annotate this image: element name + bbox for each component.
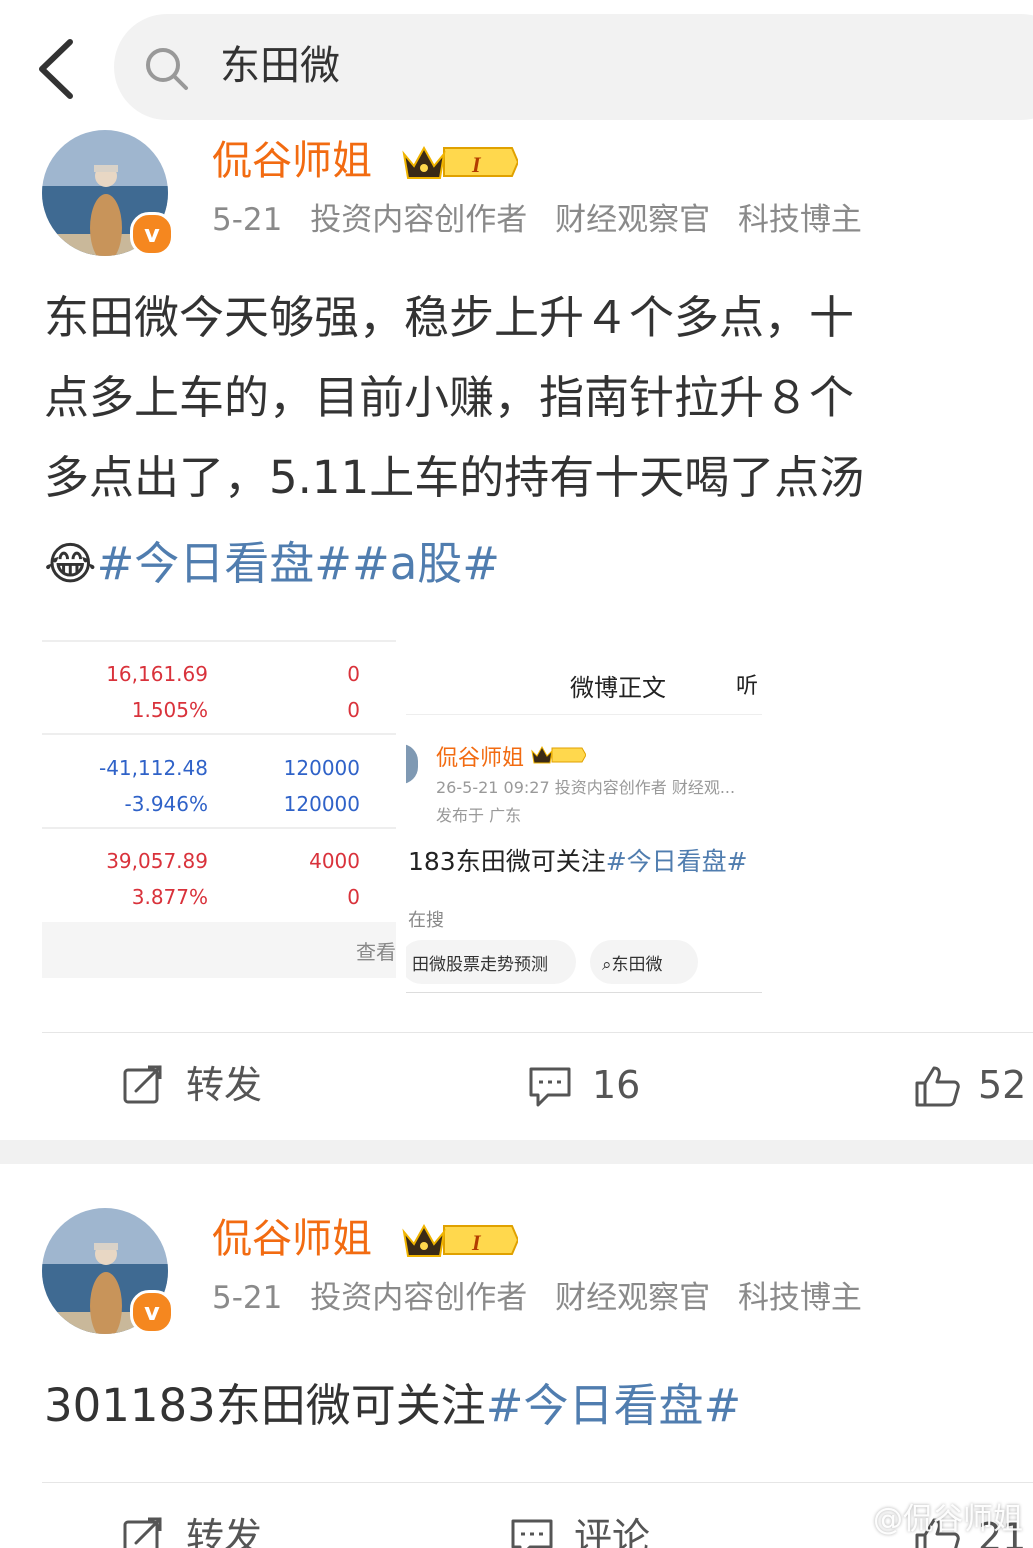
svg-text:I: I (471, 152, 482, 177)
table-row: 16,161.69 0 (42, 656, 396, 692)
value-cell: 39,057.89 (106, 849, 208, 873)
hashtag-link[interactable]: #a股# (352, 537, 500, 590)
verified-badge-icon: v (130, 1290, 174, 1334)
post-text: 301183东田微可关注 (44, 1379, 486, 1432)
actions-divider (42, 1482, 1033, 1483)
role-tag: 财经观察官 (555, 1280, 711, 1316)
search-query[interactable]: 东田微 (220, 38, 340, 94)
search-chip: ⌕东田微 (590, 940, 698, 984)
mini-vip-crown-icon (531, 745, 586, 764)
repost-icon (123, 1065, 162, 1104)
search-bar[interactable]: 东田微 (114, 14, 1033, 120)
value-cell: 0 (347, 885, 360, 909)
post-text-line: 东田微今天够强，稳步上升４个多点，十 (44, 291, 855, 344)
value-cell: 120000 (283, 756, 360, 780)
comment-icon (511, 1519, 553, 1548)
listen-icon: 听 (736, 674, 759, 699)
post-image-weibo-screenshot[interactable]: 微博正文 听 侃谷师姐 26-5-21 09:27 投资内容创作者 财经观...… (406, 646, 762, 996)
role-tag: 财经观察官 (555, 202, 711, 238)
verified-badge-icon: v (130, 212, 174, 256)
comment-label: 评论 (574, 1515, 651, 1548)
post-text-line: 多点出了，5.11上车的持有十天喝了点汤 (44, 451, 865, 504)
vip-crown-icon: I (402, 145, 518, 179)
role-tag: 科技博主 (737, 1280, 862, 1316)
table-row: 39,057.89 4000 (42, 843, 396, 879)
screenshot-header: 微博正文 (570, 674, 666, 702)
table-divider (42, 640, 396, 642)
top-bar: 东田微 (0, 0, 1033, 130)
actions-divider (42, 1032, 1033, 1033)
mini-avatar (406, 744, 418, 784)
table-row: -41,112.48 120000 (42, 750, 396, 786)
comment-icon (529, 1067, 571, 1107)
post-date: 5-21 (212, 1280, 283, 1316)
post-separator (0, 1140, 1033, 1164)
view-more-link: 查看 (356, 940, 396, 964)
role-tag: 科技博主 (737, 202, 862, 238)
search-chip-label: 田微股票走势预测 (412, 955, 548, 975)
table-footer: 查看 (42, 922, 396, 978)
role-tag: 投资内容创作者 (310, 202, 528, 238)
post-text-line: 点多上车的，目前小赚，指南针拉升８个 (44, 371, 855, 424)
value-cell: 0 (347, 662, 360, 686)
post-tags-line: 😂#今日看盘##a股# (44, 524, 500, 604)
search-icon (146, 48, 188, 90)
repost-label: 转发 (186, 1515, 263, 1548)
value-cell: 120000 (283, 792, 360, 816)
mini-post-text: 183东田微可关注#今日看盘# (408, 842, 748, 878)
role-tag: 投资内容创作者 (310, 1280, 528, 1316)
table-row: -3.946% 120000 (42, 786, 396, 822)
search-chip: 田微股票走势预测 (406, 940, 576, 984)
value-cell: 1.505% (131, 698, 208, 722)
post-text-line: 301183东田微可关注#今日看盘# (44, 1366, 741, 1446)
like-count: 52 (978, 1063, 1027, 1107)
post-image-stock-table[interactable]: 16,161.69 0 1.505% 0 -41,112.48 120000 -… (42, 640, 396, 978)
divider (406, 714, 762, 715)
value-cell: 0 (347, 698, 360, 722)
author-name[interactable]: 侃谷师姐 (212, 134, 372, 188)
mini-text: 183东田微可关注 (408, 847, 606, 876)
svg-text:I: I (471, 1230, 482, 1255)
repost-icon (123, 1517, 162, 1548)
repost-button[interactable]: 转发 (122, 1512, 322, 1548)
back-arrow-icon[interactable] (30, 34, 86, 104)
table-divider (42, 827, 396, 829)
search-chip-label: ⌕东田微 (602, 955, 663, 975)
thumbs-up-icon (915, 1066, 960, 1107)
like-button[interactable]: 52 (914, 1060, 1033, 1110)
post-meta: 5-21 投资内容创作者 财经观察官 科技博主 (212, 198, 862, 242)
post-date: 5-21 (212, 202, 283, 238)
table-row: 1.505% 0 (42, 692, 396, 728)
comment-count: 16 (592, 1063, 641, 1107)
repost-button[interactable]: 转发 (122, 1060, 322, 1110)
mini-author-name: 侃谷师姐 (436, 746, 525, 771)
value-cell: 3.877% (131, 885, 208, 909)
table-divider (42, 733, 396, 735)
mini-hashtag: #今日看盘# (605, 847, 748, 876)
value-cell: -3.946% (124, 792, 208, 816)
watermark: @侃谷师姐 (873, 1502, 1023, 1537)
mini-search-icon: ⌕ (602, 955, 612, 975)
vip-crown-icon: I (402, 1223, 518, 1257)
laugh-cry-emoji-icon: 😂 (44, 537, 97, 590)
mini-meta: 26-5-21 09:27 投资内容创作者 财经观... (436, 778, 736, 797)
hashtag-link[interactable]: #今日看盘# (97, 537, 352, 590)
comment-button[interactable]: 16 (528, 1060, 688, 1110)
repost-label: 转发 (186, 1063, 263, 1107)
mini-location: 发布于 广东 (436, 806, 522, 825)
divider (406, 992, 762, 993)
author-name[interactable]: 侃谷师姐 (212, 1212, 372, 1266)
post-meta: 5-21 投资内容创作者 财经观察官 科技博主 (212, 1276, 862, 1320)
table-row: 3.877% 0 (42, 879, 396, 915)
value-cell: 4000 (309, 849, 360, 873)
comment-button[interactable]: 评论 (510, 1512, 710, 1548)
hashtag-link[interactable]: #今日看盘# (486, 1379, 741, 1432)
searching-label: 在搜 (408, 910, 444, 931)
value-cell: 16,161.69 (106, 662, 208, 686)
value-cell: -41,112.48 (98, 756, 208, 780)
